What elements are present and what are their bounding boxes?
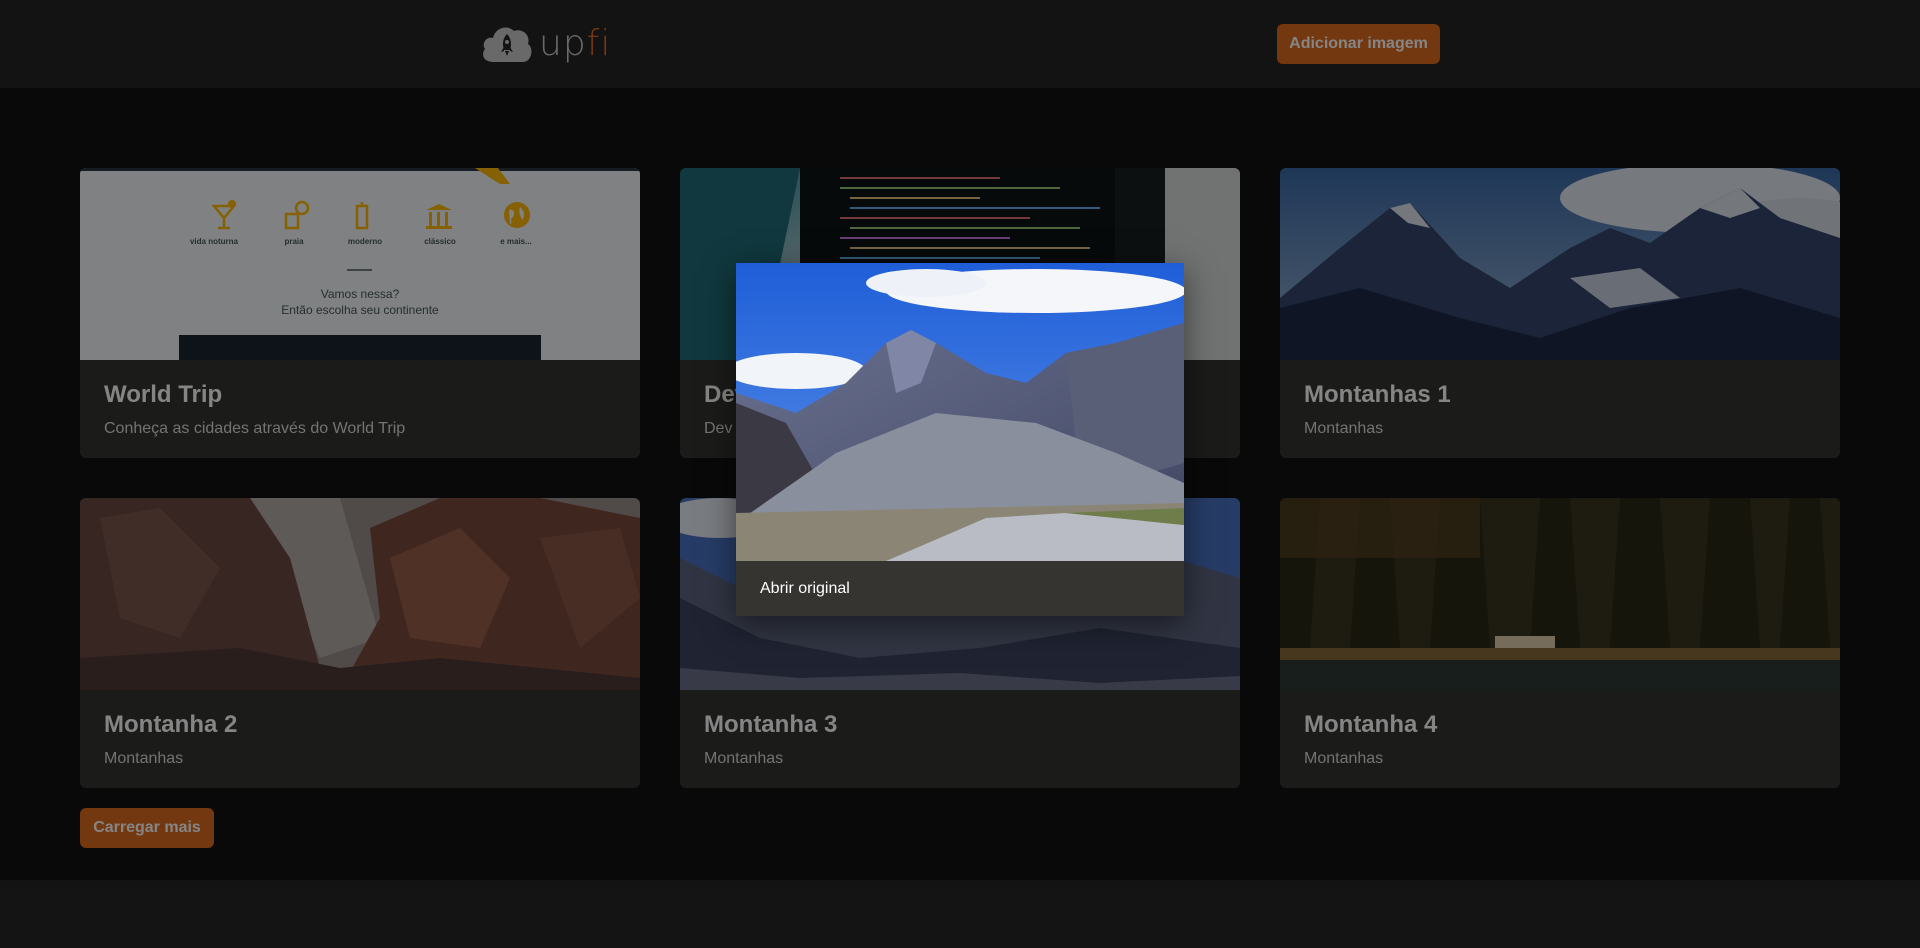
image-view-modal: Abrir original <box>736 263 1184 616</box>
modal-image <box>736 263 1184 561</box>
modal-overlay[interactable]: Abrir original <box>0 0 1920 948</box>
mountain-road-photo <box>736 263 1184 561</box>
open-original-link[interactable]: Abrir original <box>760 580 850 598</box>
